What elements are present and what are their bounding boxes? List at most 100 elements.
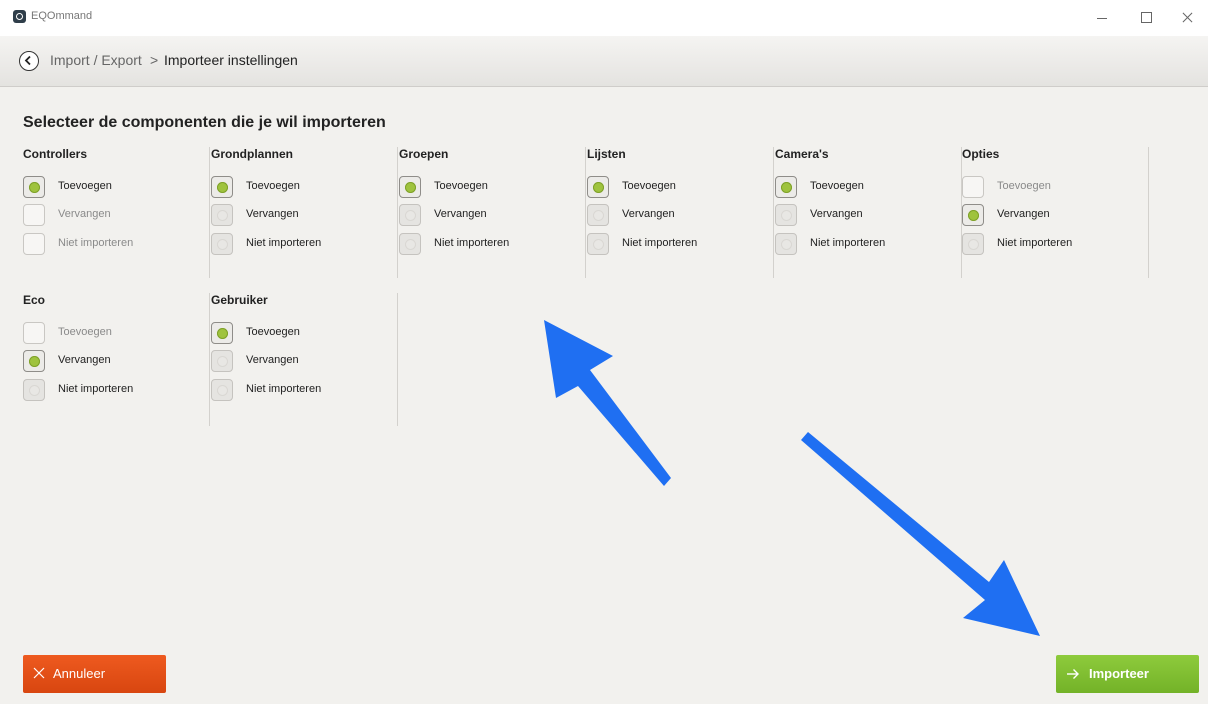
annotation-arrow-up-icon — [544, 320, 671, 486]
radio-option[interactable]: Toevoegen — [775, 176, 955, 200]
radio-label: Toevoegen — [810, 180, 864, 192]
breadcrumb-separator-icon: > — [150, 52, 159, 68]
column-title: Eco — [23, 293, 46, 307]
radio-option[interactable]: Vervangen — [775, 204, 955, 228]
radio-button[interactable] — [23, 176, 45, 198]
title-bar: EQOmmand — [0, 0, 1208, 36]
radio-label: Toevoegen — [246, 326, 300, 338]
radio-button[interactable] — [23, 350, 45, 372]
radio-button[interactable] — [962, 204, 984, 226]
radio-option[interactable]: Toevoegen — [211, 322, 391, 346]
radio-button — [962, 176, 984, 198]
radio-label: Toevoegen — [58, 326, 112, 338]
radio-option: Toevoegen — [962, 176, 1142, 200]
column-opties: Opties Toevoegen Vervangen Niet importeren — [962, 147, 1149, 278]
radio-option[interactable]: Toevoegen — [587, 176, 767, 200]
column-title: Lijsten — [587, 147, 626, 161]
radio-option[interactable]: Vervangen — [23, 350, 203, 374]
radio-button[interactable] — [399, 233, 421, 255]
radio-button[interactable] — [211, 176, 233, 198]
radio-label: Niet importeren — [58, 383, 134, 395]
app-title: EQOmmand — [31, 10, 93, 22]
radio-option[interactable]: Vervangen — [962, 204, 1142, 228]
column-camera-s: Camera's Toevoegen Vervangen Niet importere… — [775, 147, 962, 278]
radio-button — [23, 322, 45, 344]
radio-option[interactable]: Niet importeren — [962, 233, 1142, 257]
column-grondplannen: Grondplannen Toevoegen Vervangen Niet impor… — [211, 147, 398, 278]
radio-option[interactable]: Vervangen — [211, 204, 391, 228]
app-logo-icon — [13, 10, 26, 23]
radio-option[interactable]: Toevoegen — [399, 176, 579, 200]
radio-label: Niet importeren — [622, 237, 698, 249]
radio-option[interactable]: Niet importeren — [23, 379, 203, 403]
maximize-icon[interactable] — [1134, 6, 1158, 28]
radio-button[interactable] — [962, 233, 984, 255]
import-button-label: Importeer — [1089, 666, 1149, 681]
import-button[interactable]: Importeer — [1056, 655, 1199, 693]
column-title: Camera's — [775, 147, 829, 161]
radio-label: Niet importeren — [434, 237, 510, 249]
radio-button[interactable] — [211, 379, 233, 401]
radio-option: Vervangen — [23, 204, 203, 228]
column-controllers: Controllers Toevoegen Vervangen Niet import… — [23, 147, 210, 278]
radio-option[interactable]: Vervangen — [211, 350, 391, 374]
column-lijsten: Lijsten Toevoegen Vervangen Niet importeren — [587, 147, 774, 278]
close-icon[interactable] — [1176, 6, 1200, 28]
breadcrumb-parent-link[interactable]: Import / Export — [50, 52, 142, 68]
page-title: Selecteer de componenten die je wil impo… — [23, 114, 386, 131]
radio-label: Niet importeren — [997, 237, 1073, 249]
radio-label: Toevoegen — [246, 180, 300, 192]
radio-label: Toevoegen — [997, 180, 1051, 192]
radio-button[interactable] — [211, 322, 233, 344]
radio-label: Niet importeren — [246, 383, 322, 395]
column-title: Opties — [962, 147, 1000, 161]
radio-option[interactable]: Vervangen — [587, 204, 767, 228]
radio-option[interactable]: Niet importeren — [587, 233, 767, 257]
radio-label: Vervangen — [246, 354, 299, 366]
radio-label: Toevoegen — [434, 180, 488, 192]
radio-button[interactable] — [211, 204, 233, 226]
radio-button[interactable] — [587, 233, 609, 255]
column-gebruiker: Gebruiker Toevoegen Vervangen Niet importer… — [211, 293, 398, 426]
radio-button[interactable] — [23, 379, 45, 401]
radio-button[interactable] — [775, 176, 797, 198]
radio-option: Niet importeren — [23, 233, 203, 257]
radio-option[interactable]: Niet importeren — [211, 233, 391, 257]
radio-button — [23, 233, 45, 255]
radio-option[interactable]: Niet importeren — [211, 379, 391, 403]
breadcrumb: Import / Export > Importeer instellingen — [0, 36, 1208, 87]
radio-button[interactable] — [211, 233, 233, 255]
column-eco: Eco Toevoegen Vervangen Niet importeren — [23, 293, 210, 426]
radio-label: Vervangen — [246, 208, 299, 220]
annotation-arrow-down-icon — [801, 432, 1040, 636]
arrow-right-icon — [1067, 669, 1079, 679]
radio-option[interactable]: Toevoegen — [23, 176, 203, 200]
radio-label: Vervangen — [810, 208, 863, 220]
radio-label: Vervangen — [58, 208, 111, 220]
cancel-button-label: Annuleer — [53, 666, 106, 681]
column-title: Controllers — [23, 147, 88, 161]
radio-option[interactable]: Vervangen — [399, 204, 579, 228]
radio-label: Vervangen — [58, 354, 111, 366]
radio-button — [23, 204, 45, 226]
minimize-icon[interactable] — [1090, 6, 1114, 28]
column-title: Gebruiker — [211, 293, 268, 307]
radio-button[interactable] — [587, 204, 609, 226]
radio-option[interactable]: Niet importeren — [399, 233, 579, 257]
chevron-left-icon — [24, 55, 31, 66]
radio-label: Vervangen — [622, 208, 675, 220]
radio-button[interactable] — [775, 204, 797, 226]
radio-button[interactable] — [211, 350, 233, 372]
column-groepen: Groepen Toevoegen Vervangen Niet importeren — [399, 147, 586, 278]
back-button[interactable] — [19, 51, 39, 71]
radio-option[interactable]: Niet importeren — [775, 233, 955, 257]
radio-button[interactable] — [399, 176, 421, 198]
radio-label: Vervangen — [434, 208, 487, 220]
radio-option[interactable]: Toevoegen — [211, 176, 391, 200]
close-icon — [33, 667, 45, 679]
radio-button[interactable] — [775, 233, 797, 255]
radio-button[interactable] — [587, 176, 609, 198]
column-title: Grondplannen — [211, 147, 293, 161]
radio-button[interactable] — [399, 204, 421, 226]
cancel-button[interactable]: Annuleer — [23, 655, 166, 693]
